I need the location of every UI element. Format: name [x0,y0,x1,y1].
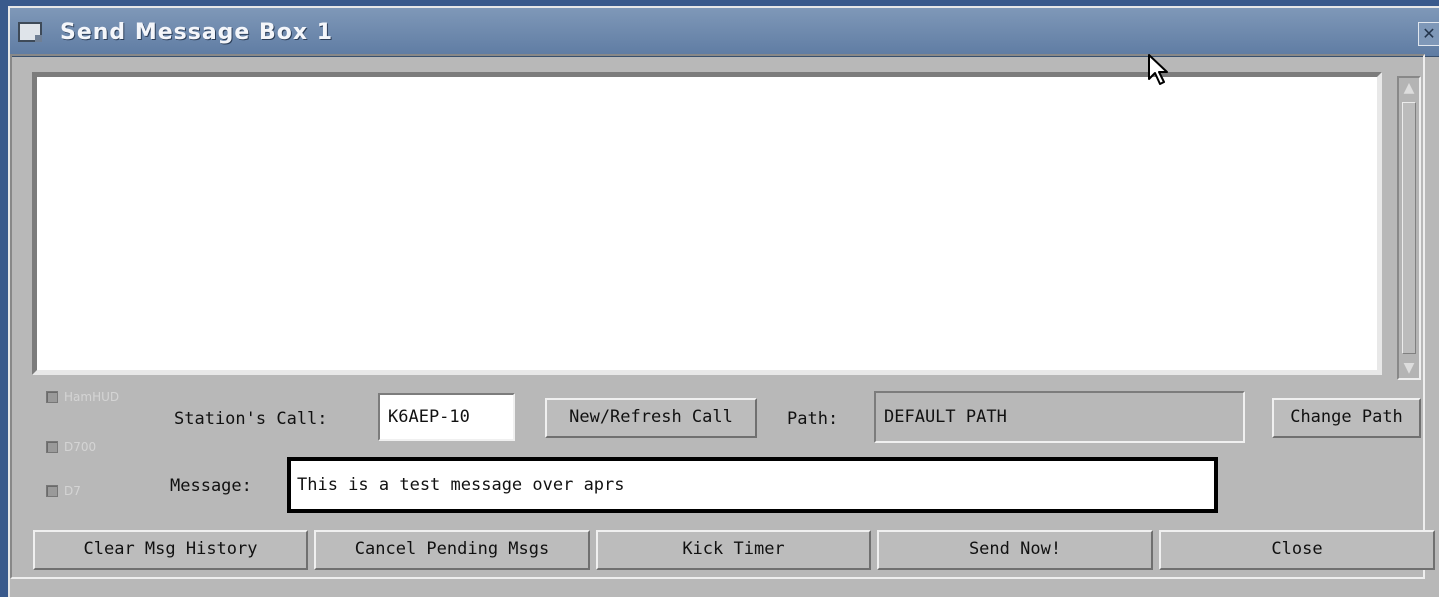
scroll-down-icon[interactable]: ▼ [1400,359,1418,377]
clear-msg-history-button[interactable]: Clear Msg History [33,530,308,570]
window-icon[interactable] [18,22,42,42]
scroll-up-icon[interactable]: ▲ [1400,79,1418,97]
station-call-value: K6AEP-10 [388,407,470,427]
cancel-pending-msgs-button[interactable]: Cancel Pending Msgs [314,530,590,570]
hamhud-label: HamHUD [64,390,120,404]
d7-checkbox [46,485,58,497]
d700-option: D700 [46,440,96,454]
d7-option: D7 [46,484,81,498]
d700-checkbox [46,441,58,453]
path-label: Path: [787,409,839,429]
path-value: DEFAULT PATH [884,407,1007,427]
history-scrollbar[interactable]: ▲ ▼ [1397,76,1421,380]
window-title: Send Message Box 1 [60,20,334,45]
new-refresh-call-button[interactable]: New/Refresh Call [545,398,757,438]
d7-label: D7 [64,484,81,498]
station-call-field[interactable]: K6AEP-10 [378,393,515,441]
message-history-area[interactable] [32,72,1382,375]
title-bar[interactable]: Send Message Box 1 ✕ [10,8,1439,57]
message-label: Message: [170,476,252,496]
close-button[interactable]: Close [1159,530,1435,570]
close-icon[interactable]: ✕ [1418,22,1439,46]
path-field[interactable]: DEFAULT PATH [874,391,1245,443]
message-value: This is a test message over aprs [297,475,625,495]
scroll-thumb[interactable] [1402,102,1416,354]
arrow-cursor-icon [1148,54,1168,85]
kick-timer-button[interactable]: Kick Timer [596,530,871,570]
hamhud-option: HamHUD [46,390,119,404]
message-input[interactable]: This is a test message over aprs [287,457,1218,513]
hamhud-checkbox [46,391,58,403]
station-call-label: Station's Call: [174,409,328,429]
d700-label: D700 [64,440,97,454]
change-path-button[interactable]: Change Path [1272,398,1421,438]
send-now-button[interactable]: Send Now! [877,530,1153,570]
